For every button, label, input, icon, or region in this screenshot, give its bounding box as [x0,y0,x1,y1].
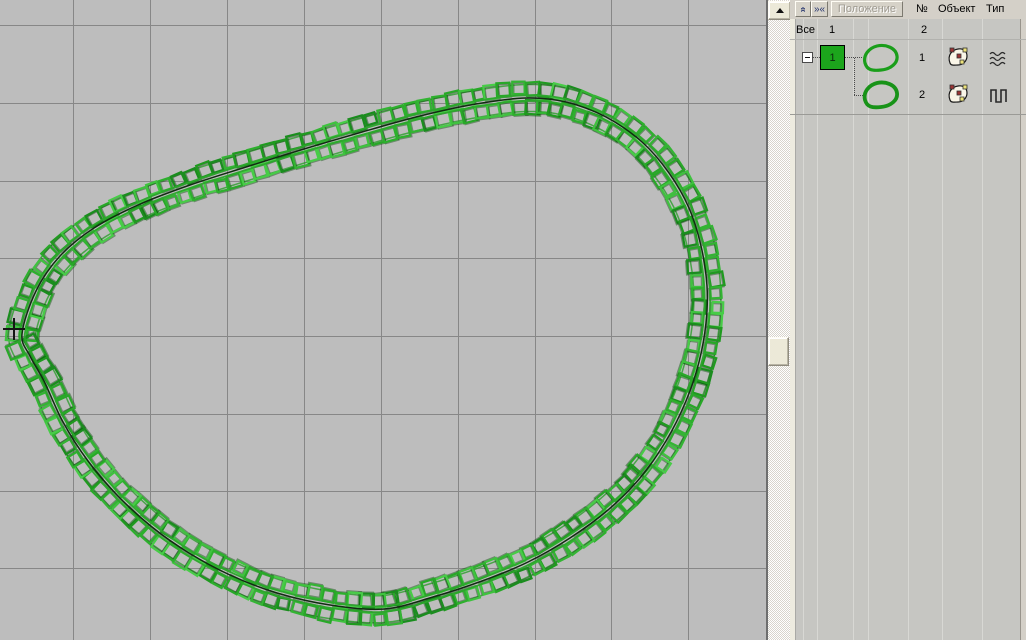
collapse-pair-icon: »« [814,4,825,15]
embroidery-editor-window: « »« Положение № Объект Тип Все [0,0,1026,640]
column-line [908,19,909,640]
chevron-up-icon: « [798,6,809,12]
summary-separator [790,39,1026,40]
rows-bottom-separator [790,114,1026,115]
tree-connector [813,57,820,58]
panel-toolbar: « »« Положение № Объект Тип [790,0,1026,20]
object-list-panel: « »« Положение № Объект Тип Все [790,0,1026,640]
collapse-columns-button[interactable]: »« [811,1,828,17]
row-number: 2 [919,89,925,101]
column-line [982,19,983,640]
summary-groups-count: 1 [829,24,835,36]
column-header-type: Тип [986,3,1004,15]
color-block[interactable]: 1 [820,45,845,70]
shape-thumbnail-icon[interactable] [862,80,900,110]
color-block-label: 1 [829,52,835,64]
column-line [817,19,818,640]
column-line [868,19,869,640]
tree-connector [854,58,855,95]
curve-object-icon[interactable] [946,47,970,69]
motif-square-wave-stitch-icon[interactable] [988,85,1010,105]
row-header-strip [790,19,796,640]
summary-objects-count: 2 [921,24,927,36]
shape-thumbnail-icon[interactable] [862,43,900,73]
column-header-object: Объект [938,3,975,15]
position-button-label: Положение [838,3,896,15]
row-number: 1 [919,52,925,64]
column-line [942,19,943,640]
column-header-number: № [916,3,928,15]
arrow-up-icon [776,8,784,13]
panel-right-edge [1020,19,1026,640]
summary-all-label: Все [796,24,815,36]
wave-fill-stitch-icon[interactable] [988,48,1010,68]
scrollbar-thumb[interactable] [768,337,789,366]
collapse-up-button[interactable]: « [795,1,811,17]
column-line [853,19,854,640]
scroll-up-button[interactable] [768,1,791,20]
tree-expander[interactable] [802,52,813,63]
minus-icon [805,57,810,58]
column-line [803,19,804,640]
vertical-scrollbar[interactable] [766,0,790,640]
curve-object-icon[interactable] [946,84,970,106]
position-button[interactable]: Положение [831,1,903,17]
object-list[interactable]: Все 1 2 1 1 [790,19,1026,640]
design-canvas[interactable] [0,0,766,640]
